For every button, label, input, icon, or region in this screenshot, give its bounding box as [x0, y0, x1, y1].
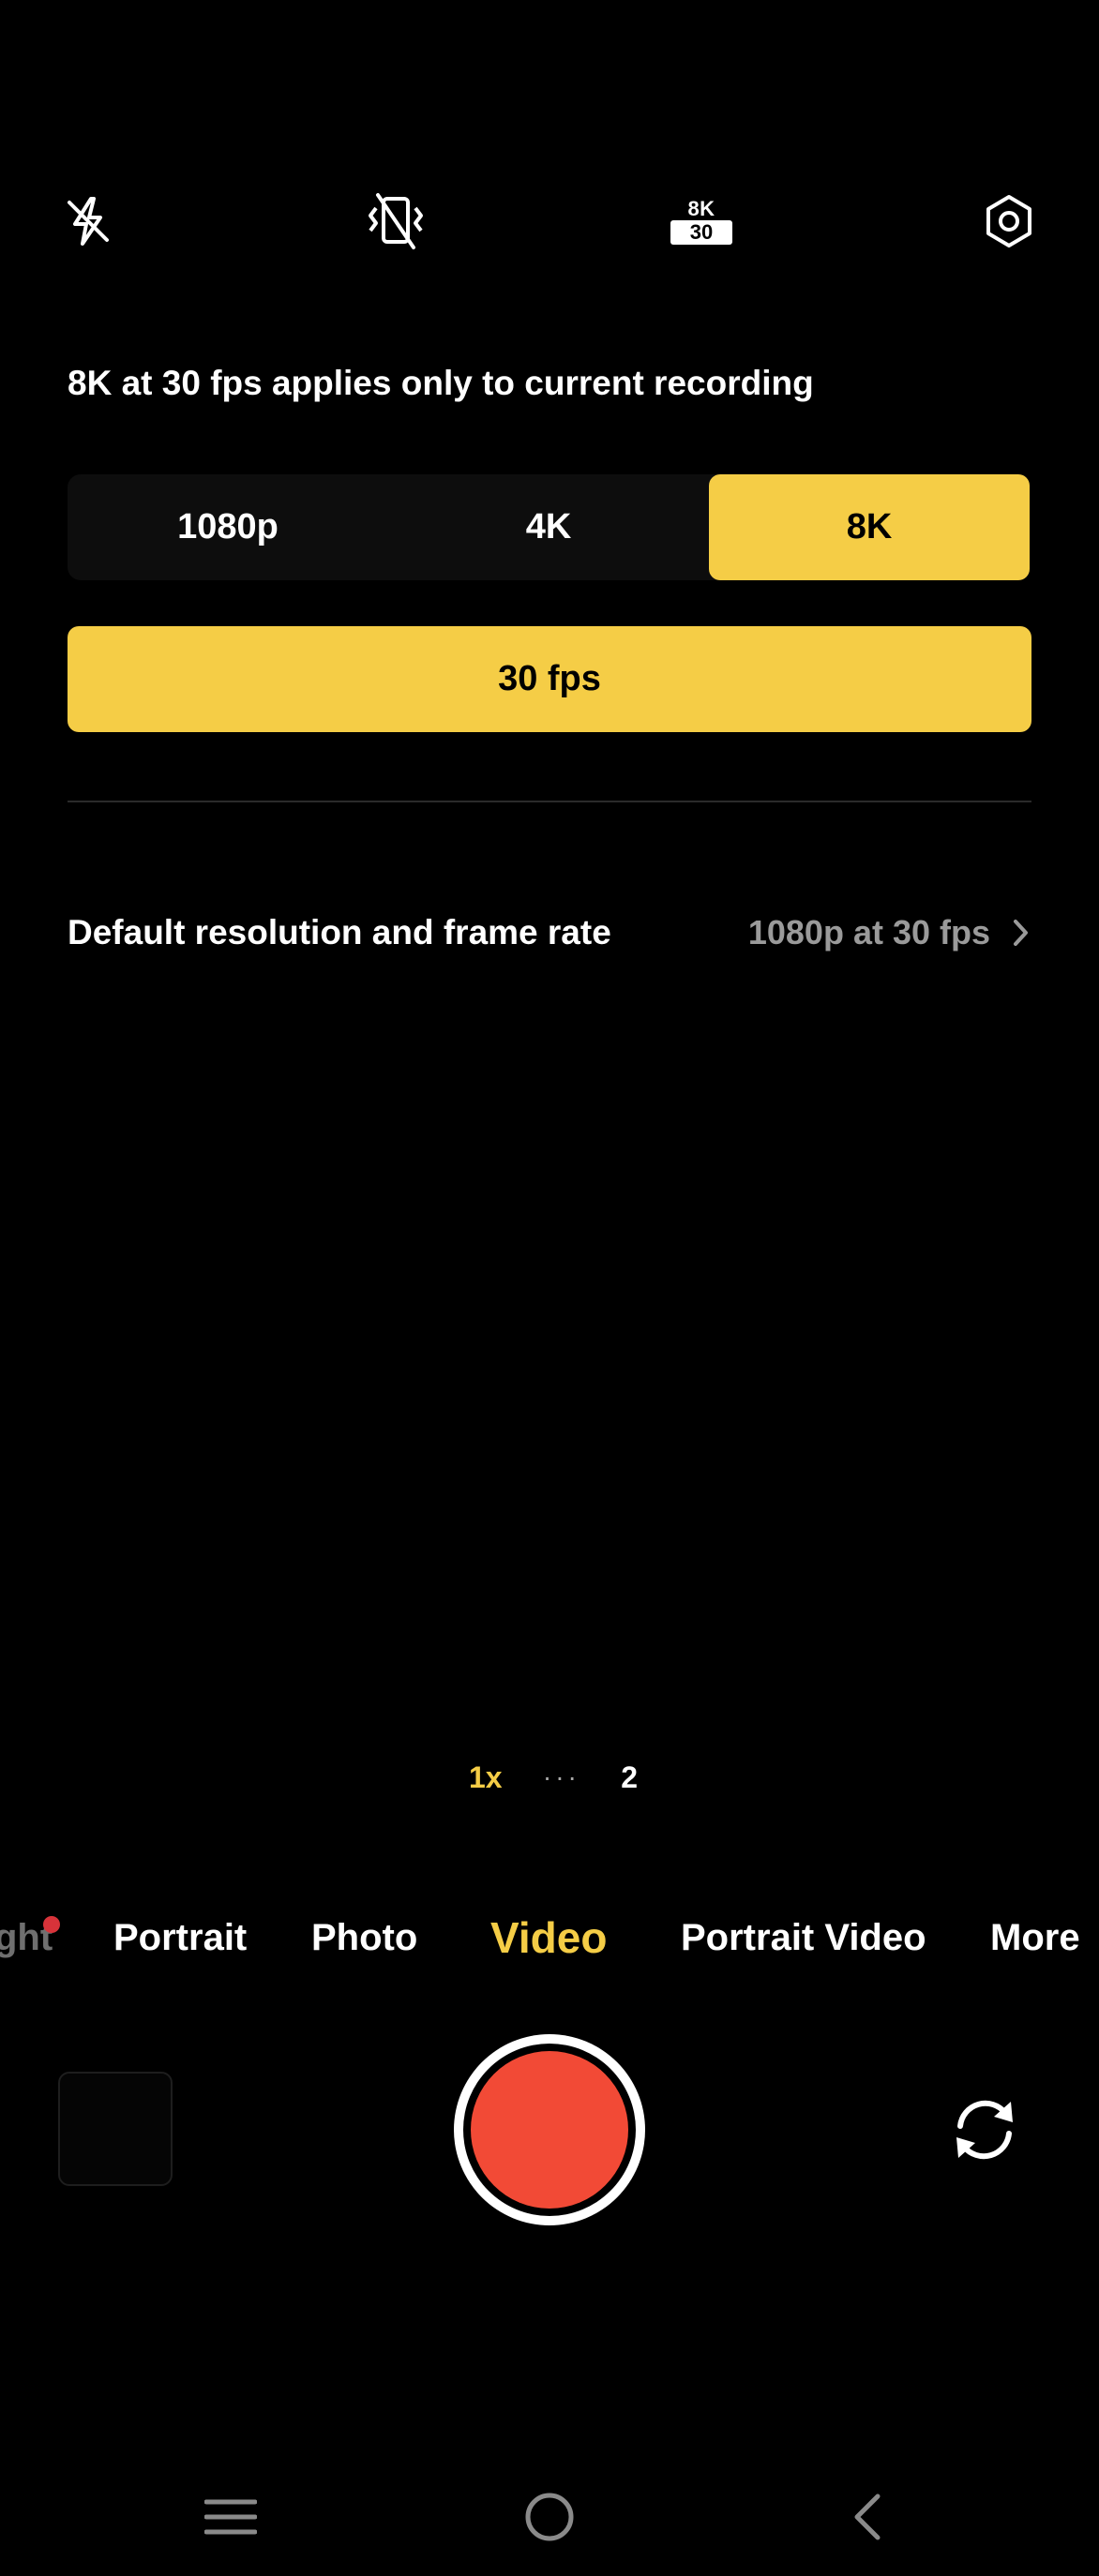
chevron-right-icon [1014, 920, 1028, 946]
default-resolution-label: Default resolution and frame rate [68, 913, 611, 951]
mode-portrait[interactable]: Portrait [113, 1905, 247, 1970]
resolution-option-8k[interactable]: 8K [709, 474, 1030, 580]
resolution-option-4k[interactable]: 4K [388, 474, 709, 580]
gallery-thumbnail[interactable] [58, 2072, 173, 2186]
recent-apps-icon[interactable] [193, 2484, 268, 2550]
resolution-option-1080p[interactable]: 1080p [68, 474, 388, 580]
stabilization-off-icon[interactable] [362, 187, 429, 255]
zoom-selector: 1x ··· 2 [469, 1751, 638, 1804]
default-resolution-row[interactable]: Default resolution and frame rate 1080p … [68, 900, 1031, 966]
mode-carousel: ght Portrait Photo Video Portrait Video … [0, 1905, 1099, 1970]
mode-video[interactable]: Video [490, 1905, 607, 1970]
mode-night[interactable]: ght [0, 1905, 60, 1970]
resolution-selector: 1080p 4K 8K [68, 474, 1030, 580]
mode-portrait-video[interactable]: Portrait Video [681, 1905, 926, 1970]
record-button[interactable] [454, 2034, 645, 2225]
fps-option-30[interactable]: 30 fps [68, 626, 1031, 732]
record-button-core [471, 2051, 628, 2209]
resolution-badge-fps: 30 [670, 220, 732, 245]
home-icon[interactable] [512, 2484, 587, 2550]
settings-icon[interactable] [975, 187, 1043, 255]
camera-screen: 8K 30 8K at 30 fps applies only to curre… [0, 0, 1099, 2576]
recording-hint: 8K at 30 fps applies only to current rec… [68, 364, 814, 402]
new-indicator-dot [43, 1916, 60, 1933]
resolution-badge-res: 8K [687, 197, 715, 220]
back-icon[interactable] [829, 2484, 904, 2550]
zoom-separator: ··· [542, 1762, 580, 1791]
zoom-2x-button[interactable]: 2 [621, 1760, 638, 1795]
divider [68, 801, 1031, 802]
mode-more[interactable]: More [990, 1905, 1080, 1970]
default-resolution-value: 1080p at 30 fps [747, 913, 990, 951]
resolution-badge[interactable]: 8K 30 [666, 186, 737, 257]
mode-photo[interactable]: Photo [311, 1905, 417, 1970]
flash-off-icon[interactable] [54, 187, 122, 255]
switch-camera-icon[interactable] [943, 2089, 1026, 2171]
zoom-1x-button[interactable]: 1x [469, 1760, 503, 1795]
